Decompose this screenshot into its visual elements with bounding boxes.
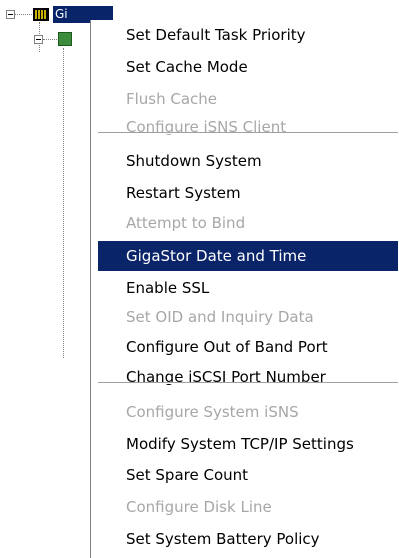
collapse-expander-icon[interactable] xyxy=(34,35,43,44)
menu-item-flush-cache: Flush Cache xyxy=(126,90,218,108)
tree-connector xyxy=(15,14,32,15)
controller-icon xyxy=(58,32,72,46)
menu-item-shutdown-system[interactable]: Shutdown System xyxy=(98,146,398,176)
menu-item-set-system-battery-policy[interactable]: Set System Battery Policy xyxy=(98,524,398,554)
menu-item-configure-disk-line: Configure Disk Line xyxy=(126,498,272,516)
menu-item-configure-out-of-band-port[interactable]: Configure Out of Band Port xyxy=(98,332,398,362)
menu-separator xyxy=(98,382,398,384)
menu-item-attempt-to-bind: Attempt to Bind xyxy=(126,214,246,232)
context-menu: Set Default Task Priority Set Cache Mode F… xyxy=(90,20,399,558)
menu-item-set-spare-count[interactable]: Set Spare Count xyxy=(98,460,398,490)
tree-connector xyxy=(63,48,64,358)
menu-item-restart-system[interactable]: Restart System xyxy=(98,178,398,208)
collapse-expander-icon[interactable] xyxy=(6,10,15,19)
storage-system-icon xyxy=(33,8,49,21)
menu-item-modify-system-tcp-ip-settings[interactable]: Modify System TCP/IP Settings xyxy=(98,429,398,459)
menu-item-configure-system-isns: Configure System iSNS xyxy=(126,403,299,421)
menu-item-gigastor-date-and-time[interactable]: GigaStor Date and Time xyxy=(98,241,398,271)
menu-item-set-oid-and-inquiry-data: Set OID and Inquiry Data xyxy=(126,308,314,326)
menu-item-set-cache-mode[interactable]: Set Cache Mode xyxy=(98,52,398,82)
menu-separator xyxy=(98,132,398,134)
menu-item-configure-isns-client: Configure iSNS Client xyxy=(126,118,287,136)
tree-connector xyxy=(43,39,57,40)
menu-item-change-iscsi-port-number[interactable]: Change iSCSI Port Number xyxy=(98,362,398,392)
menu-item-enable-ssl[interactable]: Enable SSL xyxy=(98,273,398,303)
menu-item-set-default-task-priority[interactable]: Set Default Task Priority xyxy=(98,20,398,50)
